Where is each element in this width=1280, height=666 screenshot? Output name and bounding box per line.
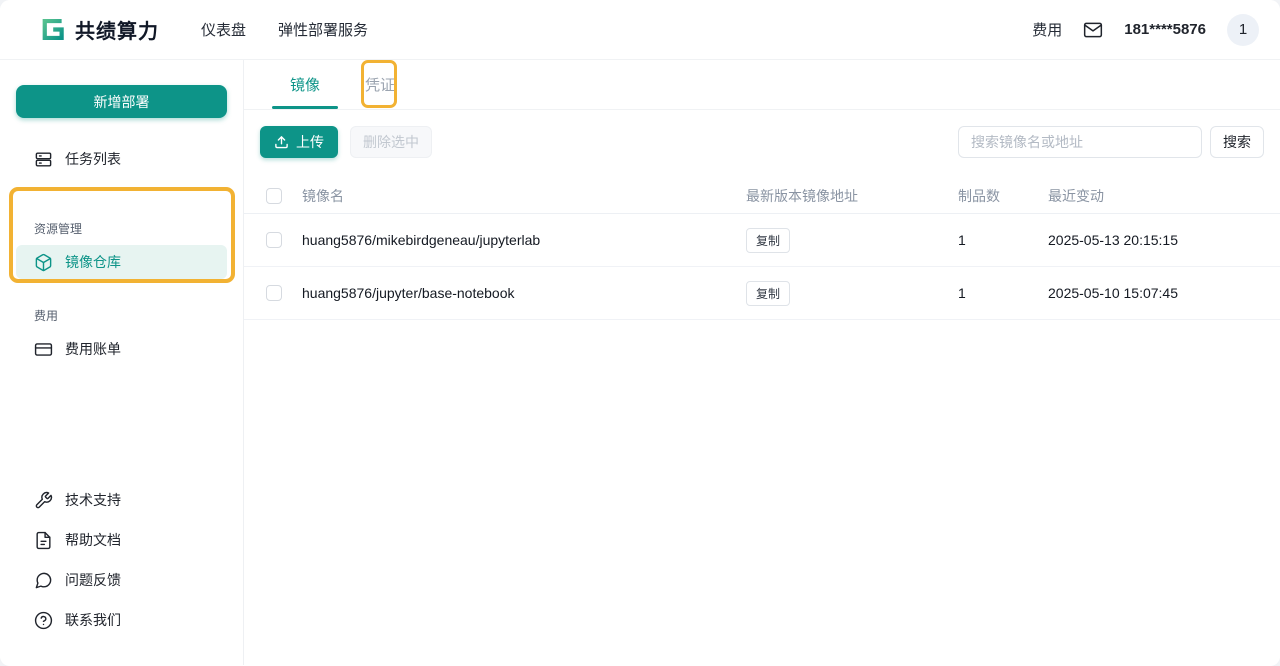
delete-selected-button[interactable]: 删除选中 [350,126,432,158]
copy-button[interactable]: 复制 [746,228,790,253]
sidebar-item-billing-statement[interactable]: 费用账单 [16,332,227,366]
artifact-count-cell: 1 [958,285,1048,301]
sidebar-item-image-repo[interactable]: 镜像仓库 [16,245,227,279]
sidebar-item-feedback[interactable]: 问题反馈 [16,563,227,597]
mail-icon[interactable] [1083,20,1103,40]
column-header-last-updated: 最近变动 [1048,186,1264,206]
header-billing-link[interactable]: 费用 [1032,19,1062,40]
table-row: huang5876/jupyter/base-notebook 复制 1 202… [244,267,1280,320]
credit-card-icon [34,340,53,359]
sidebar-item-label: 问题反馈 [65,570,121,590]
nav-item-dashboard[interactable]: 仪表盘 [201,19,246,40]
row-checkbox[interactable] [266,285,282,301]
search-group: 搜索 [958,126,1264,158]
column-header-image-name: 镜像名 [302,186,746,206]
tab-bar: 镜像 凭证 [244,60,1280,110]
search-input[interactable] [958,126,1202,158]
sidebar-item-task-list[interactable]: 任务列表 [16,142,227,176]
sidebar-item-tech-support[interactable]: 技术支持 [16,483,227,517]
sidebar-section-billing: 费用 [34,307,227,324]
column-header-artifact-count: 制品数 [958,186,1048,206]
new-deployment-button[interactable]: 新增部署 [16,85,227,118]
wrench-icon [34,491,53,510]
user-avatar[interactable]: 1 [1227,14,1259,46]
main-content: 镜像 凭证 上传 删除选中 搜索 [244,60,1280,665]
sidebar-item-label: 帮助文档 [65,530,121,550]
chat-bubble-icon [34,571,53,590]
sidebar-item-label: 联系我们 [65,610,121,630]
toolbar: 上传 删除选中 搜索 [244,110,1280,158]
upload-button[interactable]: 上传 [260,126,338,158]
package-icon [34,253,53,272]
image-name-cell: huang5876/mikebirdgeneau/jupyterlab [302,232,746,248]
header-right-cluster: 费用 181****5876 1 [1032,14,1259,46]
copy-button[interactable]: 复制 [746,281,790,306]
brand-logo-icon [38,16,65,43]
document-icon [34,531,53,550]
sidebar-item-label: 任务列表 [65,149,121,169]
user-phone-number[interactable]: 181****5876 [1124,21,1206,38]
tab-credentials[interactable]: 凭证 [365,60,395,109]
sidebar-footer: 技术支持 帮助文档 [16,483,227,637]
address-cell: 复制 [746,228,958,253]
artifact-count-cell: 1 [958,232,1048,248]
search-button[interactable]: 搜索 [1210,126,1264,158]
select-all-checkbox[interactable] [266,188,282,204]
tab-images[interactable]: 镜像 [272,60,338,109]
table-header-row: 镜像名 最新版本镜像地址 制品数 最近变动 [244,178,1280,214]
server-stack-icon [34,150,53,169]
image-name-cell: huang5876/jupyter/base-notebook [302,285,746,301]
address-cell: 复制 [746,281,958,306]
sidebar: 新增部署 任务列表 资源管理 [0,60,244,665]
upload-icon [274,135,289,150]
column-header-latest-address: 最新版本镜像地址 [746,186,958,206]
upload-button-label: 上传 [296,132,324,152]
sidebar-item-label: 费用账单 [65,339,121,359]
sidebar-item-contact-us[interactable]: 联系我们 [16,603,227,637]
images-table: 镜像名 最新版本镜像地址 制品数 最近变动 huang5876/mikebird… [244,178,1280,320]
table-row: huang5876/mikebirdgeneau/jupyterlab 复制 1… [244,214,1280,267]
sidebar-item-label: 技术支持 [65,490,121,510]
sidebar-item-help-docs[interactable]: 帮助文档 [16,523,227,557]
app-window: 共绩算力 仪表盘 弹性部署服务 费用 181****5876 1 新增部署 [0,0,1280,666]
help-circle-icon [34,611,53,630]
nav-item-elastic-deploy[interactable]: 弹性部署服务 [278,19,368,40]
top-header: 共绩算力 仪表盘 弹性部署服务 费用 181****5876 1 [0,0,1280,60]
sidebar-item-label: 镜像仓库 [65,252,121,272]
brand-logo[interactable]: 共绩算力 [38,15,159,44]
header-nav: 仪表盘 弹性部署服务 [201,19,368,40]
row-checkbox[interactable] [266,232,282,248]
last-updated-cell: 2025-05-10 15:07:45 [1048,285,1264,301]
brand-name: 共绩算力 [75,15,159,44]
sidebar-section-resource: 资源管理 [34,220,227,237]
last-updated-cell: 2025-05-13 20:15:15 [1048,232,1264,248]
